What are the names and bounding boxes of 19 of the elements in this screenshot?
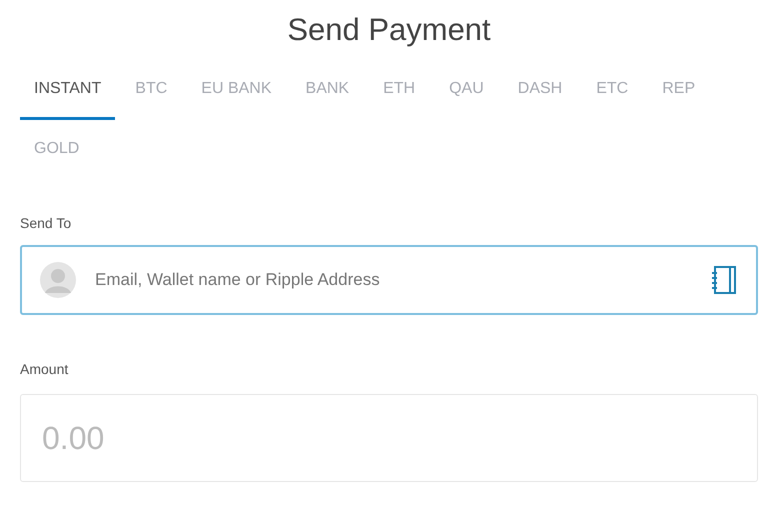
field-label: Amount [20,361,70,377]
address-book-icon[interactable] [712,265,738,295]
currency-tab[interactable]: INSTANT [20,60,116,120]
currency-tab[interactable]: EU BANK [187,60,286,120]
currency-tab[interactable]: BTC [121,60,182,120]
currency-tab[interactable]: REP [648,60,710,120]
amount-input[interactable]: 0.00 [40,418,738,458]
avatar-icon [40,262,76,298]
currency-tab[interactable]: GOLD [20,120,94,180]
page-title: Send Payment [286,11,492,49]
currency-tab[interactable]: DASH [504,60,576,120]
recipient-input[interactable]: Email, Wallet name or Ripple Address [93,269,695,291]
field-label: Send To [20,215,72,231]
recipient-field[interactable]: Email, Wallet name or Ripple Address [20,245,758,315]
currency-tab[interactable]: ETH [369,60,430,120]
amount-field[interactable]: 0.00 [20,394,758,482]
currency-tab[interactable]: BANK [292,60,364,120]
currency-tab[interactable]: ETC [582,60,642,120]
currency-tab[interactable]: QAU [435,60,498,120]
